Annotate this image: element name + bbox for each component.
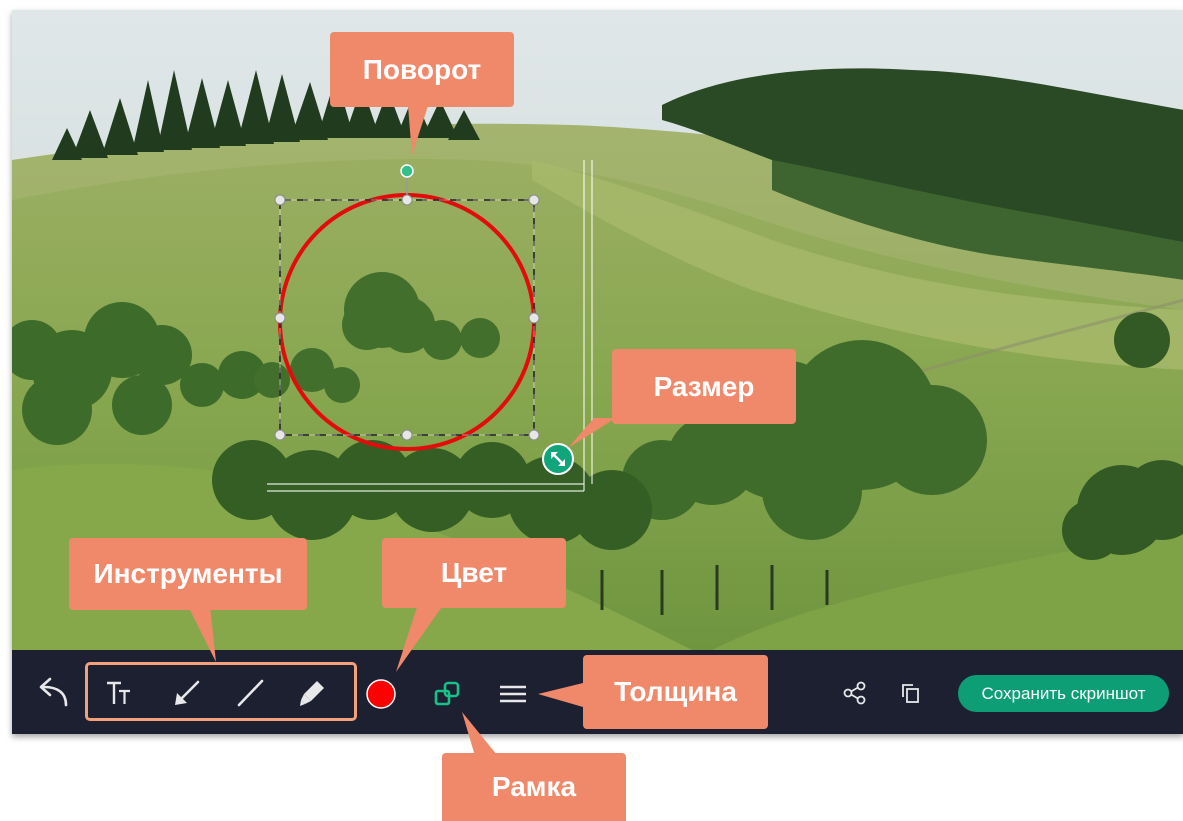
color-picker-button[interactable] [363,676,399,712]
rotate-handle[interactable] [400,164,414,178]
copy-icon[interactable] [896,678,926,708]
callout-rotate: Поворот [330,32,514,107]
text-tool-icon[interactable] [100,676,140,710]
callout-tools: Инструменты [69,538,307,610]
callout-color: Цвет [382,538,566,608]
screenshot-editor: Сохранить скриншот [12,10,1183,734]
thickness-icon[interactable] [495,678,531,710]
undo-icon[interactable] [32,672,76,712]
callout-thickness: Толщина [583,655,768,729]
arrow-tool-icon[interactable] [167,674,207,712]
callout-size: Размер [612,349,796,424]
callout-frame: Рамка [442,753,626,821]
line-tool-icon[interactable] [230,674,270,712]
save-screenshot-button[interactable]: Сохранить скриншот [958,675,1169,712]
share-icon[interactable] [840,678,870,708]
marker-tool-icon[interactable] [292,674,332,712]
frame-icon[interactable] [430,676,466,712]
resize-corner-icon[interactable] [542,443,574,475]
